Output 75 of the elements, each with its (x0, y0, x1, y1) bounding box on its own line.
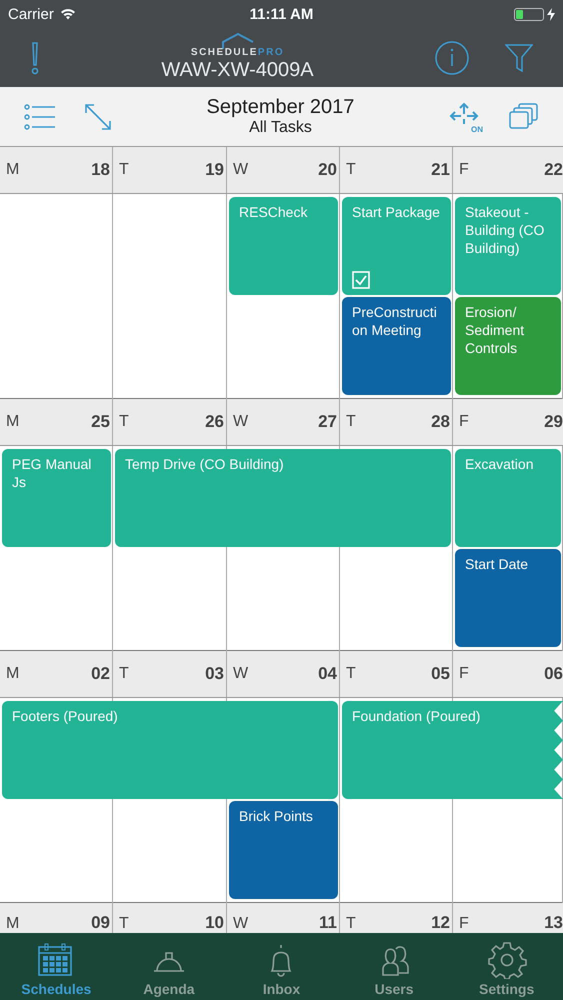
weekday-label: T (346, 915, 356, 933)
weekday-label: M (6, 413, 20, 431)
clock-time: 11:11 AM (250, 6, 314, 22)
date-number: 12 (431, 913, 450, 933)
job-title: WAW-XW-4009A (161, 59, 314, 82)
layers-button[interactable] (509, 102, 539, 130)
weekday-label: T (119, 161, 129, 179)
task-event[interactable]: PreConstruction Meeting (342, 297, 451, 395)
date-number: 27 (318, 412, 337, 432)
weekday-label: M (6, 915, 20, 933)
date-number: 29 (544, 412, 563, 432)
date-number: 11 (319, 913, 337, 933)
date-number: 05 (431, 664, 450, 684)
filter-button[interactable] (505, 42, 533, 72)
house-logo-icon (220, 33, 254, 49)
tab-bar-item[interactable]: Schedules (0, 933, 113, 1000)
date-number: 19 (205, 160, 224, 180)
date-number: 25 (91, 412, 110, 432)
date-number: 10 (205, 913, 224, 933)
month-title: September 2017 (206, 96, 354, 119)
task-event[interactable]: Stakeout - Building (CO Building) (455, 197, 561, 295)
date-number: 18 (91, 160, 110, 180)
weekday-label: M (6, 161, 20, 179)
weekday-label: W (233, 915, 248, 933)
weekday-label: T (346, 665, 356, 683)
info-button[interactable] (435, 40, 469, 74)
task-event[interactable]: Footers (Poured) (2, 701, 338, 799)
tab-bar-item[interactable]: Inbox (225, 933, 338, 1000)
task-event[interactable]: Start Date (455, 549, 561, 647)
list-view-button[interactable] (24, 104, 56, 130)
task-event[interactable]: Foundation (Poured) (342, 701, 563, 799)
wifi-icon (60, 8, 76, 20)
task-event[interactable]: RESCheck (229, 197, 338, 295)
expand-button[interactable] (84, 102, 112, 130)
date-number: 21 (431, 160, 450, 180)
carrier-label: Carrier (8, 6, 54, 22)
date-number: 02 (91, 664, 110, 684)
battery-icon (514, 8, 544, 20)
date-number: 26 (205, 412, 224, 432)
charging-bolt-icon (547, 8, 555, 20)
weekday-label: T (346, 413, 356, 431)
weekday-label: W (233, 665, 248, 683)
date-number: 09 (91, 913, 110, 933)
tab-bar-item[interactable]: Users (338, 933, 450, 1000)
tab-bar-item[interactable]: Settings (450, 933, 563, 1000)
task-event[interactable]: Start Package (342, 197, 451, 295)
task-event[interactable]: Erosion/ Sediment Controls (455, 297, 561, 395)
weekday-label: W (233, 413, 248, 431)
task-event[interactable]: PEG Manual Js (2, 449, 111, 547)
weekday-label: F (459, 665, 469, 683)
date-number: 06 (544, 664, 563, 684)
tab-bar-item[interactable]: Agenda (112, 933, 226, 1000)
alert-button[interactable] (30, 40, 40, 74)
app-logo: SCHEDULE PRO (190, 47, 284, 58)
weekday-label: T (346, 161, 356, 179)
task-event[interactable]: Temp Drive (CO Building) (115, 449, 451, 547)
date-number: 22 (544, 160, 563, 180)
settings-icon (486, 941, 527, 979)
date-number: 03 (205, 664, 224, 684)
weekday-label: T (119, 915, 129, 933)
move-toggle-button[interactable]: ON (449, 102, 481, 132)
date-number: 13 (544, 913, 563, 933)
date-number: 20 (318, 160, 337, 180)
filter-subtitle: All Tasks (249, 119, 312, 137)
weekday-label: T (119, 413, 129, 431)
weekday-label: F (459, 413, 469, 431)
weekday-label: F (459, 161, 469, 179)
weekday-label: F (459, 915, 469, 933)
date-number: 04 (318, 664, 337, 684)
weekday-label: T (119, 665, 129, 683)
task-event[interactable]: Brick Points (229, 801, 338, 899)
weekday-label: W (233, 161, 248, 179)
task-event[interactable]: Excavation (455, 449, 561, 547)
weekday-label: M (6, 665, 20, 683)
date-number: 28 (431, 412, 450, 432)
